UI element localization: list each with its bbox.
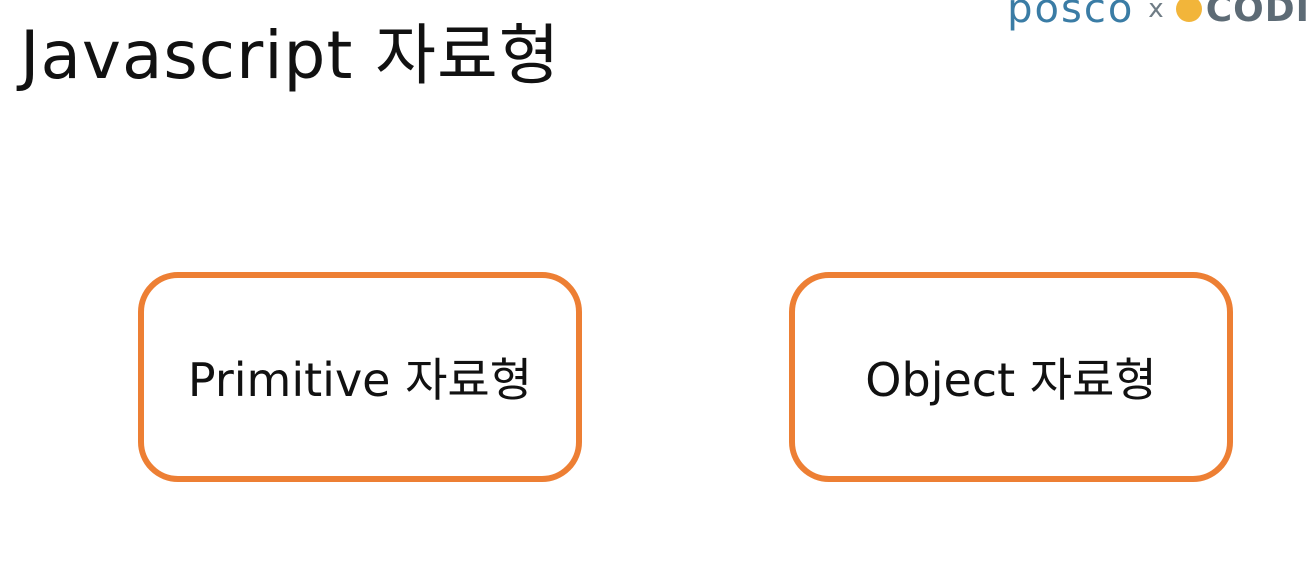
codi-logo: CODI: [1175, 0, 1310, 30]
object-type-label: Object 자료형: [865, 353, 1157, 407]
object-type-box: Object 자료형: [789, 272, 1233, 482]
codi-dot-icon: [1175, 0, 1202, 22]
logo-separator: x: [1148, 0, 1164, 24]
posco-logo-text: posco: [1007, 0, 1135, 32]
codi-logo-text: CODI: [1205, 0, 1310, 30]
primitive-type-box: Primitive 자료형: [138, 272, 582, 482]
logo: posco x CODI: [1007, 0, 1310, 32]
primitive-type-label: Primitive 자료형: [187, 353, 533, 407]
page-title: Javascript 자료형: [20, 17, 561, 94]
